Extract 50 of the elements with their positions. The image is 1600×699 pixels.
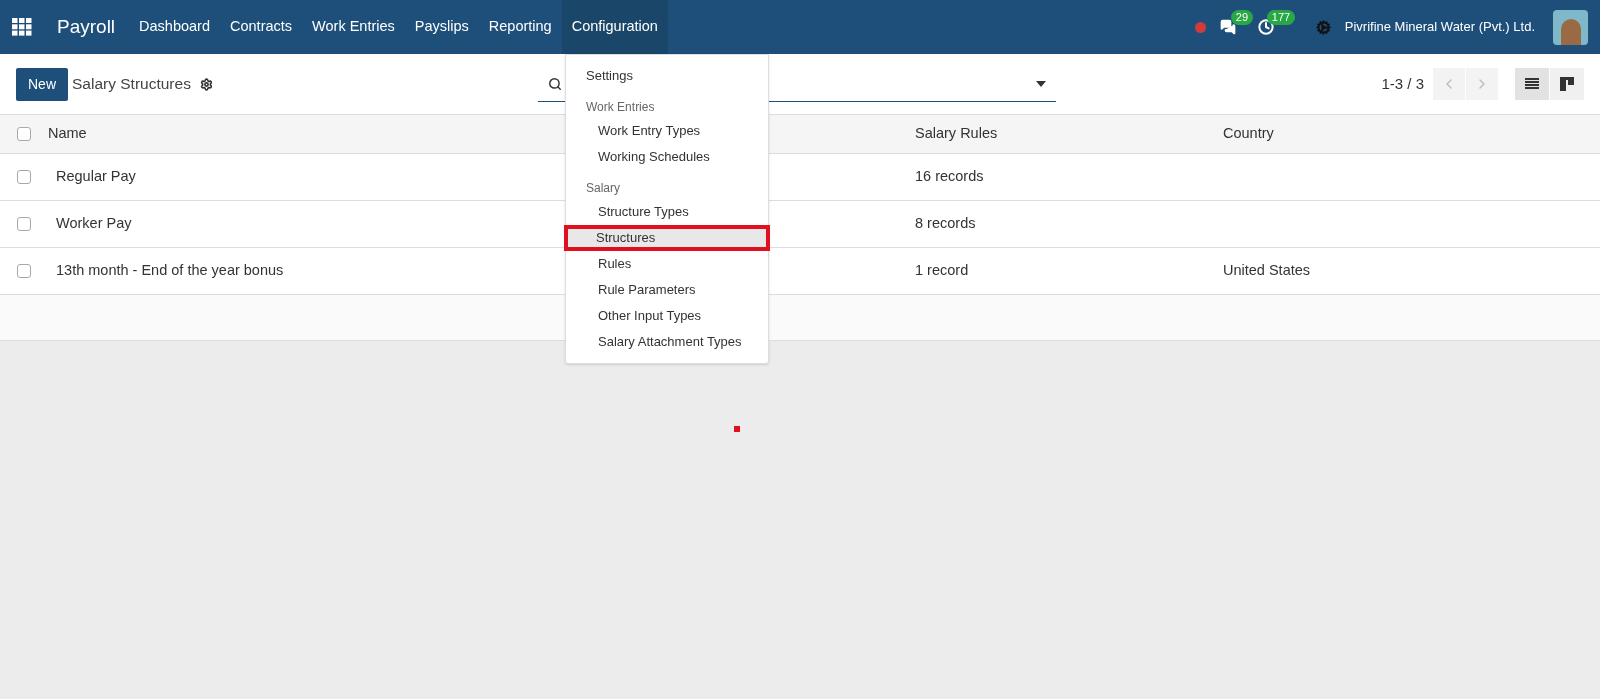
pager-value: 1-3 / 3 [1381, 73, 1424, 94]
nav-menu-item[interactable]: Dashboard [129, 0, 220, 54]
nav-menu-item[interactable]: Reporting [478, 0, 562, 54]
dropdown-item[interactable]: Salary Attachment Types [566, 329, 768, 355]
message-count-badge: 29 [1230, 10, 1253, 25]
annotation-marker [734, 426, 740, 432]
row-checkbox[interactable] [17, 264, 31, 278]
table-cell-text: United States [1223, 261, 1311, 281]
clock-icon[interactable] [1257, 19, 1274, 35]
user-avatar[interactable] [1553, 9, 1588, 45]
app-grid-icon[interactable] [12, 18, 32, 36]
row-checkbox[interactable] [17, 217, 31, 231]
dropdown-item[interactable]: Structure Types [566, 199, 768, 225]
kanban-view-icon [1560, 77, 1574, 91]
page-title: Salary Structures [72, 74, 191, 95]
table-cell: Regular Pay [56, 168, 136, 185]
row-checkbox[interactable] [17, 127, 31, 141]
dropdown-item[interactable]: Rule Parameters [566, 277, 768, 303]
dropdown-item[interactable]: Work Entry Types [566, 118, 768, 144]
nav-menu-item[interactable]: Work Entries [302, 0, 405, 54]
view-switch-button[interactable] [1515, 68, 1549, 100]
column-header[interactable]: Country [1223, 123, 1274, 145]
table-cell: 1 record [915, 262, 969, 279]
table-cell: 16 records [915, 168, 984, 185]
caret-icon[interactable] [1035, 80, 1046, 87]
nav-menu-item[interactable]: Contracts [220, 0, 303, 54]
app-name[interactable]: Payroll [57, 12, 116, 42]
gear-icon[interactable] [199, 77, 213, 91]
dropdown-item[interactable]: Settings [566, 63, 768, 89]
company-switcher[interactable]: Pivrifine Mineral Water (Pvt.) Ltd. [1344, 17, 1535, 37]
list-view-icon [1525, 78, 1539, 90]
dropdown-item[interactable]: Structures [564, 225, 770, 251]
menu-section-header: Work Entries [585, 99, 656, 116]
nav-menu-item[interactable]: Configuration [561, 0, 668, 54]
row-checkbox[interactable] [17, 170, 31, 184]
menu-section-header: Salary [585, 180, 621, 197]
activity-count-badge: 177 [1266, 10, 1296, 25]
column-header[interactable]: Salary Rules [915, 125, 998, 142]
dropdown-item[interactable]: Other Input Types [566, 303, 768, 329]
table-cell: Worker Pay [56, 215, 132, 232]
table-cell: 8 records [915, 215, 976, 232]
view-switch-button[interactable] [1550, 68, 1584, 100]
nav-menu-item[interactable]: Payslips [404, 0, 479, 54]
dropdown-item[interactable]: Rules [566, 251, 768, 277]
dropdown-item[interactable]: Working Schedules [566, 144, 768, 170]
new-button[interactable]: New [16, 67, 68, 101]
search-icon [547, 76, 562, 91]
column-header[interactable]: Name [48, 125, 87, 142]
chat-icon[interactable] [1219, 19, 1236, 35]
table-cell: 13th month - End of the year bonus [56, 262, 284, 279]
